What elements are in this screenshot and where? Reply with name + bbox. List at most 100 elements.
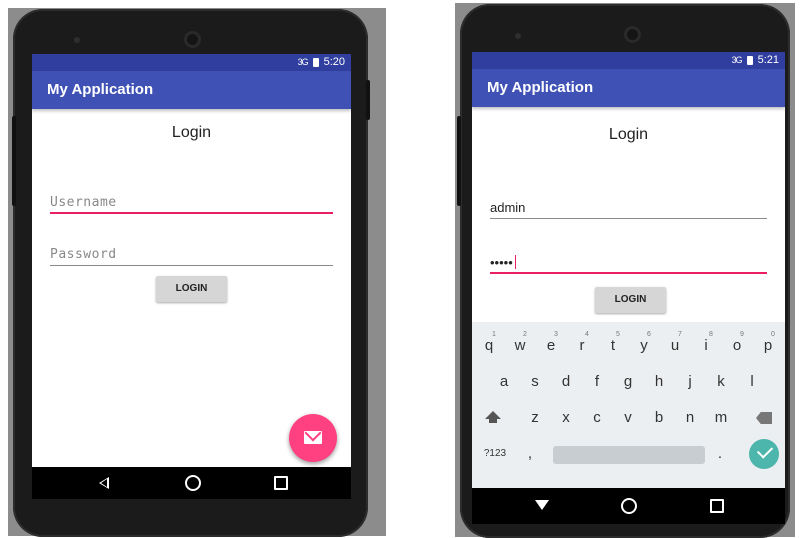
right-power-button	[457, 116, 461, 206]
username-value: admin	[490, 200, 526, 215]
status-time: 5:21	[757, 54, 779, 66]
key-hint-number: 8	[709, 331, 713, 338]
space-key[interactable]	[553, 446, 705, 464]
keyboard-row-3: zxcvbnm	[472, 400, 785, 436]
key-x[interactable]: x	[551, 400, 581, 436]
key-g[interactable]: g	[613, 364, 643, 400]
right-screen: 3G 5:21 My Application Login admin •••••…	[472, 52, 785, 488]
key-hint-number: 6	[647, 331, 651, 338]
key-label: q	[484, 337, 494, 354]
key-hint-number: 7	[678, 331, 682, 338]
backspace-key[interactable]	[749, 400, 779, 436]
key-k[interactable]: k	[706, 364, 736, 400]
signal-icon: 3G	[297, 57, 309, 67]
battery-icon	[312, 57, 319, 67]
key-hint-number: 3	[554, 331, 558, 338]
status-time: 5:20	[323, 56, 345, 68]
key-y[interactable]: y6	[629, 328, 659, 364]
username-field[interactable]: admin	[490, 195, 767, 219]
password-field[interactable]: •••••	[490, 250, 767, 274]
key-hint-number: 4	[585, 331, 589, 338]
back-icon[interactable]	[99, 477, 109, 489]
key-label: r	[579, 337, 585, 354]
key-j[interactable]: j	[675, 364, 705, 400]
key-label: u	[670, 337, 680, 354]
key-i[interactable]: i8	[691, 328, 721, 364]
symbols-key[interactable]: ?123	[478, 436, 512, 472]
key-v[interactable]: v	[613, 400, 643, 436]
check-icon	[756, 442, 774, 459]
text-cursor	[514, 255, 516, 269]
shift-icon	[485, 411, 501, 423]
key-hint-number: 5	[616, 331, 620, 338]
left-screen: 3G 5:20 My Application Login Username Pa…	[32, 54, 351, 467]
key-label: i	[704, 337, 708, 354]
app-bar-title: My Application	[472, 69, 785, 107]
keyboard-row-4: ?123 , .	[472, 436, 785, 472]
period-key[interactable]: .	[710, 436, 730, 472]
enter-key[interactable]	[749, 439, 779, 469]
key-hint-number: 2	[523, 331, 527, 338]
key-h[interactable]: h	[644, 364, 674, 400]
battery-icon	[746, 55, 753, 65]
key-label: e	[546, 337, 556, 354]
password-value: •••••	[490, 255, 516, 270]
key-z[interactable]: z	[520, 400, 550, 436]
key-s[interactable]: s	[520, 364, 550, 400]
left-camera	[184, 31, 201, 48]
mail-icon	[304, 431, 322, 444]
left-sensor	[74, 37, 80, 43]
password-underline	[490, 272, 767, 274]
login-title: Login	[171, 124, 212, 141]
login-button[interactable]: LOGIN	[595, 287, 666, 313]
key-l[interactable]: l	[737, 364, 767, 400]
key-d[interactable]: d	[551, 364, 581, 400]
key-a[interactable]: a	[489, 364, 519, 400]
key-u[interactable]: u7	[660, 328, 690, 364]
password-underline	[50, 265, 333, 266]
right-camera	[624, 26, 641, 43]
key-label: t	[610, 337, 616, 354]
key-t[interactable]: t5	[598, 328, 628, 364]
mail-fab-button[interactable]	[289, 414, 337, 462]
password-field[interactable]: Password	[50, 242, 333, 266]
keyboard-row-1: q1w2e3r4t5y6u7i8o9p0	[472, 328, 785, 364]
back-icon[interactable]	[535, 500, 549, 512]
left-volume-button	[366, 80, 370, 120]
password-dots: •••••	[490, 255, 513, 270]
key-o[interactable]: o9	[722, 328, 752, 364]
key-c[interactable]: c	[582, 400, 612, 436]
key-e[interactable]: e3	[536, 328, 566, 364]
login-button[interactable]: LOGIN	[156, 276, 227, 302]
key-w[interactable]: w2	[505, 328, 535, 364]
login-title: Login	[608, 126, 649, 143]
username-field[interactable]: Username	[50, 190, 333, 214]
signal-icon: 3G	[731, 55, 743, 65]
comma-key[interactable]: ,	[520, 436, 540, 472]
key-r[interactable]: r4	[567, 328, 597, 364]
soft-keyboard: q1w2e3r4t5y6u7i8o9p0 asdfghjkl zxcvbnm ?…	[472, 322, 785, 488]
key-n[interactable]: n	[675, 400, 705, 436]
status-bar: 3G 5:20	[32, 54, 351, 71]
right-sensor	[515, 33, 521, 39]
key-label: y	[640, 337, 648, 354]
key-hint-number: 9	[740, 331, 744, 338]
key-q[interactable]: q1	[474, 328, 504, 364]
recents-icon[interactable]	[710, 499, 724, 513]
key-m[interactable]: m	[706, 400, 736, 436]
key-label: w	[514, 337, 526, 354]
key-f[interactable]: f	[582, 364, 612, 400]
key-b[interactable]: b	[644, 400, 674, 436]
username-underline	[50, 212, 333, 214]
home-icon[interactable]	[621, 498, 637, 514]
left-nav-bar	[32, 467, 351, 499]
key-p[interactable]: p0	[753, 328, 783, 364]
username-underline	[490, 218, 767, 219]
recents-icon[interactable]	[274, 476, 288, 490]
key-label: p	[763, 337, 773, 354]
right-nav-bar	[472, 488, 785, 524]
key-hint-number: 0	[771, 331, 775, 338]
keyboard-row-2: asdfghjkl	[472, 364, 785, 400]
home-icon[interactable]	[185, 475, 201, 491]
shift-key[interactable]	[478, 400, 508, 436]
